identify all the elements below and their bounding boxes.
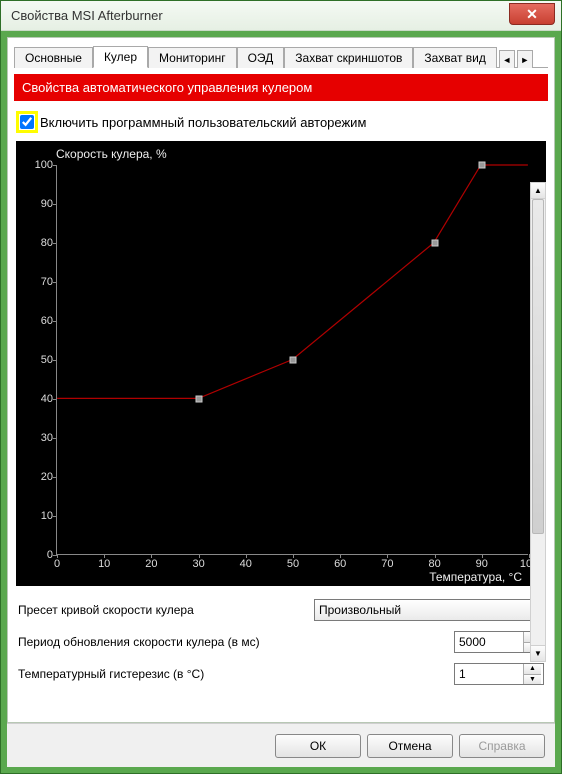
update-period-input[interactable] — [455, 632, 523, 652]
fan-curve-chart[interactable]: Скорость кулера, % 010203040506070809010… — [16, 141, 546, 586]
preset-value: Произвольный — [319, 603, 401, 617]
chart-y-title: Скорость кулера, % — [56, 147, 167, 161]
preset-row: Пресет кривой скорости кулера Произвольн… — [14, 594, 548, 626]
y-tick: 20 — [23, 471, 57, 483]
tab-cooler[interactable]: Кулер — [93, 46, 148, 68]
help-button[interactable]: Справка — [459, 734, 545, 758]
scroll-thumb[interactable] — [532, 199, 544, 534]
tab-general[interactable]: Основные — [14, 47, 93, 68]
auto-mode-row: Включить программный пользовательский ав… — [14, 107, 548, 141]
y-tick: 90 — [23, 198, 57, 210]
y-tick: 80 — [23, 237, 57, 249]
update-period-row: Период обновления скорости кулера (в мс)… — [14, 626, 548, 658]
tab-video[interactable]: Захват вид — [413, 47, 496, 68]
scroll-up-button[interactable]: ▲ — [531, 183, 545, 199]
curve-control-point[interactable] — [195, 396, 202, 403]
hysteresis-label: Температурный гистерезис (в °C) — [18, 667, 454, 681]
y-tick: 30 — [23, 432, 57, 444]
y-tick: 50 — [23, 354, 57, 366]
section-header: Свойства автоматического управления куле… — [14, 74, 548, 101]
ok-button[interactable]: ОК — [275, 734, 361, 758]
tab-bar: Основные Кулер Мониторинг ОЭД Захват скр… — [14, 44, 548, 68]
checkbox-highlight — [16, 111, 38, 133]
tab-osd[interactable]: ОЭД — [237, 47, 285, 68]
y-tick: 100 — [23, 159, 57, 171]
auto-mode-checkbox[interactable] — [20, 115, 34, 129]
hysteresis-row: Температурный гистерезис (в °C) ▲ ▼ — [14, 658, 548, 690]
titlebar: Свойства MSI Afterburner ✕ — [1, 1, 561, 31]
window-title: Свойства MSI Afterburner — [1, 8, 163, 23]
tab-scroll-right[interactable]: ► — [517, 50, 533, 68]
curve-control-point[interactable] — [290, 357, 297, 364]
properties-panel: Основные Кулер Мониторинг ОЭД Захват скр… — [7, 37, 555, 723]
preset-label: Пресет кривой скорости кулера — [18, 603, 314, 617]
spinner-up[interactable]: ▲ — [524, 664, 541, 675]
scroll-down-button[interactable]: ▼ — [531, 645, 545, 661]
tab-screenshots[interactable]: Захват скриншотов — [284, 47, 413, 68]
cancel-button[interactable]: Отмена — [367, 734, 453, 758]
curve-control-point[interactable] — [478, 162, 485, 169]
vertical-scrollbar[interactable]: ▲ ▼ — [530, 182, 546, 662]
y-tick: 10 — [23, 510, 57, 522]
close-button[interactable]: ✕ — [509, 3, 555, 25]
tab-monitoring[interactable]: Мониторинг — [148, 47, 237, 68]
y-tick: 40 — [23, 393, 57, 405]
chevron-right-icon: ► — [520, 55, 529, 65]
close-icon: ✕ — [526, 6, 538, 23]
chart-x-title: Температура, °C — [429, 570, 522, 584]
auto-mode-label[interactable]: Включить программный пользовательский ав… — [40, 115, 366, 130]
dialog-button-bar: ОК Отмена Справка — [7, 723, 555, 767]
update-period-label: Период обновления скорости кулера (в мс) — [18, 635, 454, 649]
hysteresis-input[interactable] — [455, 664, 523, 684]
properties-window: Свойства MSI Afterburner ✕ Основные Куле… — [0, 0, 562, 774]
scroll-track[interactable] — [531, 199, 545, 645]
tab-content: Свойства автоматического управления куле… — [14, 72, 548, 720]
hysteresis-spinner[interactable]: ▲ ▼ — [454, 663, 544, 685]
y-tick: 70 — [23, 276, 57, 288]
curve-control-point[interactable] — [431, 240, 438, 247]
chevron-left-icon: ◄ — [502, 55, 511, 65]
y-tick: 60 — [23, 315, 57, 327]
tab-scroll-left[interactable]: ◄ — [499, 50, 515, 68]
chart-plot-area[interactable]: 0102030405060708090100010203040506070809… — [56, 165, 528, 555]
window-body: Основные Кулер Мониторинг ОЭД Захват скр… — [1, 31, 561, 773]
spinner-down[interactable]: ▼ — [524, 675, 541, 685]
y-tick: 0 — [23, 549, 57, 561]
preset-select[interactable]: Произвольный ▼ — [314, 599, 544, 621]
